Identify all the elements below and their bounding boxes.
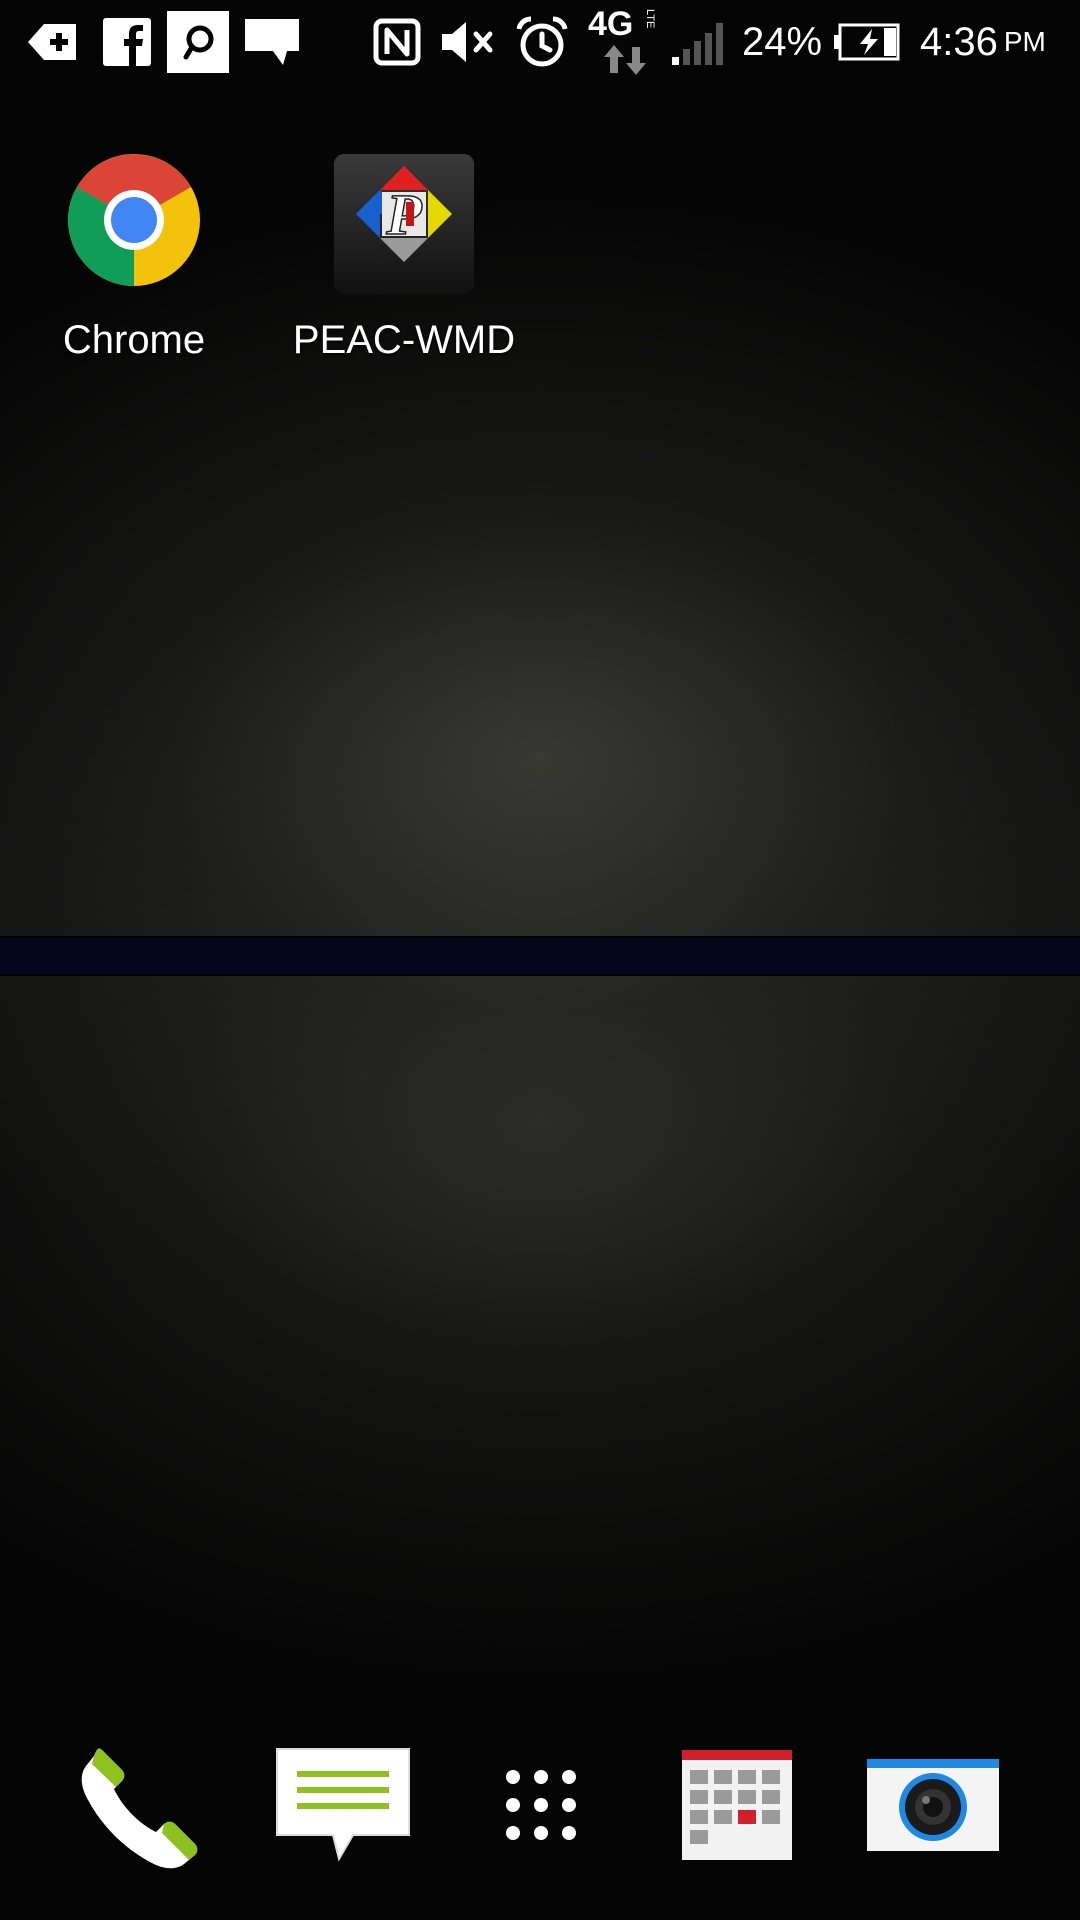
nfc-icon xyxy=(372,0,422,84)
app-peac-wmd[interactable]: P PEAC-WMD xyxy=(274,152,534,402)
dock xyxy=(0,1730,1080,1890)
network-lte-label: LTE xyxy=(644,9,656,29)
chrome-icon xyxy=(66,152,202,293)
phone-icon[interactable] xyxy=(70,1730,220,1880)
wallpaper-divider xyxy=(0,936,1080,976)
battery-percent: 24% xyxy=(740,0,824,84)
app-label-chrome: Chrome xyxy=(62,318,206,362)
messages-icon[interactable] xyxy=(268,1730,418,1880)
svg-text:P: P xyxy=(385,182,422,247)
clock-time: 4:36 xyxy=(920,19,998,64)
app-chrome[interactable]: Chrome xyxy=(4,152,264,402)
message-icon xyxy=(244,0,300,84)
clock[interactable]: 4:36 PM xyxy=(920,0,1070,84)
alarm-icon xyxy=(514,0,570,84)
mute-icon xyxy=(438,0,502,84)
camera-icon[interactable] xyxy=(858,1730,1008,1880)
app-label-peac-wmd: PEAC-WMD xyxy=(292,318,516,362)
clock-ampm: PM xyxy=(1003,26,1046,57)
battery-icon xyxy=(830,0,904,84)
battery-percent-text: 24% xyxy=(741,19,823,64)
peac-wmd-icon: P xyxy=(332,152,476,301)
signal-icon xyxy=(668,0,728,84)
status-bar[interactable]: 4G LTE 24% 4:36 PM xyxy=(0,0,1080,84)
peak-app-icon xyxy=(166,0,230,84)
app-drawer-icon[interactable] xyxy=(466,1730,616,1880)
network-type-label: 4G xyxy=(588,5,634,43)
calendar-icon[interactable] xyxy=(662,1730,812,1880)
facebook-icon xyxy=(100,0,154,84)
network-4g-lte-icon: 4G LTE xyxy=(584,0,658,84)
add-icon xyxy=(22,0,82,84)
